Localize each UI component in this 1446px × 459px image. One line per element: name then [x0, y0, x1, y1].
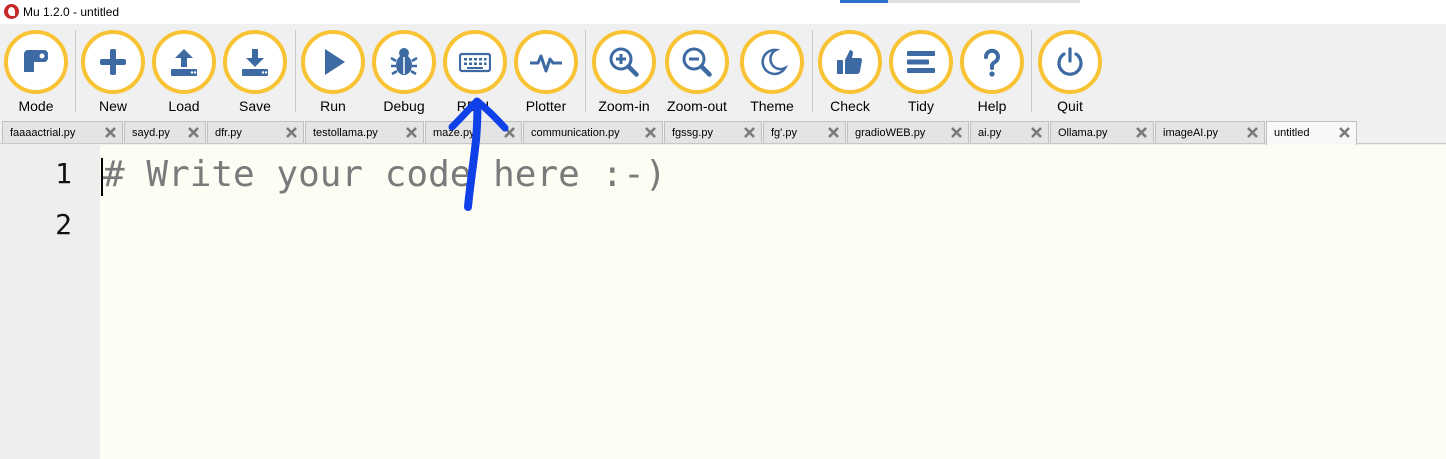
moon-icon — [761, 48, 788, 76]
close-tab-icon[interactable] — [1246, 126, 1259, 139]
theme-button[interactable]: Theme — [736, 28, 808, 116]
load-button[interactable]: Load — [148, 28, 220, 116]
zoom-in-label: Zoom-in — [598, 98, 650, 114]
toolbar-separator — [1031, 30, 1032, 112]
theme-label: Theme — [750, 98, 794, 114]
save-label: Save — [239, 98, 271, 114]
tidy-button[interactable]: Tidy — [885, 28, 957, 116]
close-tab-icon[interactable] — [1338, 126, 1351, 139]
toolbar-separator — [75, 30, 76, 112]
code-placeholder: # Write your code here :-) — [103, 154, 667, 195]
run-button[interactable]: Run — [297, 28, 369, 116]
toolbar-separator — [585, 30, 586, 112]
mu-logo-icon — [4, 4, 19, 19]
tab-bar: faaaactrial.py sayd.py dfr.py testollama… — [0, 120, 1446, 145]
help-label: Help — [977, 98, 1007, 114]
tab-fgssg[interactable]: fgssg.py — [664, 121, 762, 143]
tab-testollama[interactable]: testollama.py — [305, 121, 424, 143]
close-tab-icon[interactable] — [1135, 126, 1148, 139]
zoom-out-label: Zoom-out — [667, 98, 727, 114]
zoom-in-button[interactable]: Zoom-in — [588, 28, 660, 116]
repl-label: REPL — [456, 98, 494, 114]
line-number: 1 — [55, 157, 72, 190]
debug-button[interactable]: Debug — [368, 28, 440, 116]
tab-dfr[interactable]: dfr.py — [207, 121, 304, 143]
lines-icon — [907, 51, 935, 73]
upload-icon — [171, 49, 197, 76]
question-icon — [984, 48, 1000, 77]
new-button[interactable]: New — [77, 28, 149, 116]
debug-label: Debug — [383, 98, 425, 114]
mode-label: Mode — [18, 98, 54, 114]
close-tab-icon[interactable] — [743, 126, 756, 139]
help-button[interactable]: Help — [956, 28, 1028, 116]
repl-button[interactable]: REPL — [439, 28, 511, 116]
check-button[interactable]: Check — [814, 28, 886, 116]
close-tab-icon[interactable] — [285, 126, 298, 139]
thumbs-up-icon — [837, 50, 863, 75]
bug-icon — [390, 48, 418, 76]
tab-faaaactrial[interactable]: faaaactrial.py — [2, 121, 123, 143]
tab-ollama[interactable]: Ollama.py — [1050, 121, 1154, 143]
tab-imageai[interactable]: imageAI.py — [1155, 121, 1265, 143]
tab-maze[interactable]: maze.py — [425, 121, 522, 143]
close-tab-icon[interactable] — [104, 126, 117, 139]
plotter-button[interactable]: Plotter — [510, 28, 582, 116]
quit-button[interactable]: Quit — [1034, 28, 1106, 116]
plus-icon — [100, 49, 126, 75]
title-scroll-thumb — [840, 0, 888, 3]
zoom-in-icon — [609, 47, 639, 77]
code-editor[interactable]: 1 2 # Write your code here :-) — [0, 145, 1446, 459]
line-number-gutter: 1 2 — [0, 145, 100, 459]
tab-untitled[interactable]: untitled — [1266, 121, 1357, 145]
toolbar-separator — [812, 30, 813, 112]
zoom-out-icon — [682, 47, 712, 77]
save-button[interactable]: Save — [219, 28, 291, 116]
line-number: 2 — [55, 208, 72, 241]
check-label: Check — [830, 98, 870, 114]
close-tab-icon[interactable] — [405, 126, 418, 139]
close-tab-icon[interactable] — [1030, 126, 1043, 139]
window-title: Mu 1.2.0 - untitled — [23, 5, 120, 19]
play-icon — [325, 49, 345, 75]
title-bar: Mu 1.2.0 - untitled — [0, 0, 1446, 24]
run-label: Run — [320, 98, 346, 114]
plotter-label: Plotter — [525, 98, 567, 114]
toolbar-separator — [295, 30, 296, 112]
close-tab-icon[interactable] — [950, 126, 963, 139]
download-icon — [242, 49, 268, 76]
load-label: Load — [168, 98, 200, 114]
close-tab-icon[interactable] — [187, 126, 200, 139]
power-icon — [1057, 47, 1083, 76]
tab-communication[interactable]: communication.py — [523, 121, 663, 143]
tab-gradioweb[interactable]: gradioWEB.py — [847, 121, 969, 143]
close-tab-icon[interactable] — [644, 126, 657, 139]
mode-icon — [24, 50, 48, 72]
mode-button[interactable]: Mode — [0, 28, 72, 116]
zoom-out-button[interactable]: Zoom-out — [661, 28, 733, 116]
toolbar: Mode New Load Save Run Debug REPL Plotte… — [0, 24, 1446, 120]
tab-sayd[interactable]: sayd.py — [124, 121, 206, 143]
tidy-label: Tidy — [908, 98, 934, 114]
pulse-icon — [530, 54, 562, 73]
quit-label: Quit — [1057, 98, 1083, 114]
close-tab-icon[interactable] — [827, 126, 840, 139]
tab-fg-prime[interactable]: fg'.py — [763, 121, 846, 143]
tab-ai[interactable]: ai.py — [970, 121, 1049, 143]
keyboard-icon — [459, 52, 491, 73]
close-tab-icon[interactable] — [503, 126, 516, 139]
new-label: New — [98, 98, 127, 114]
